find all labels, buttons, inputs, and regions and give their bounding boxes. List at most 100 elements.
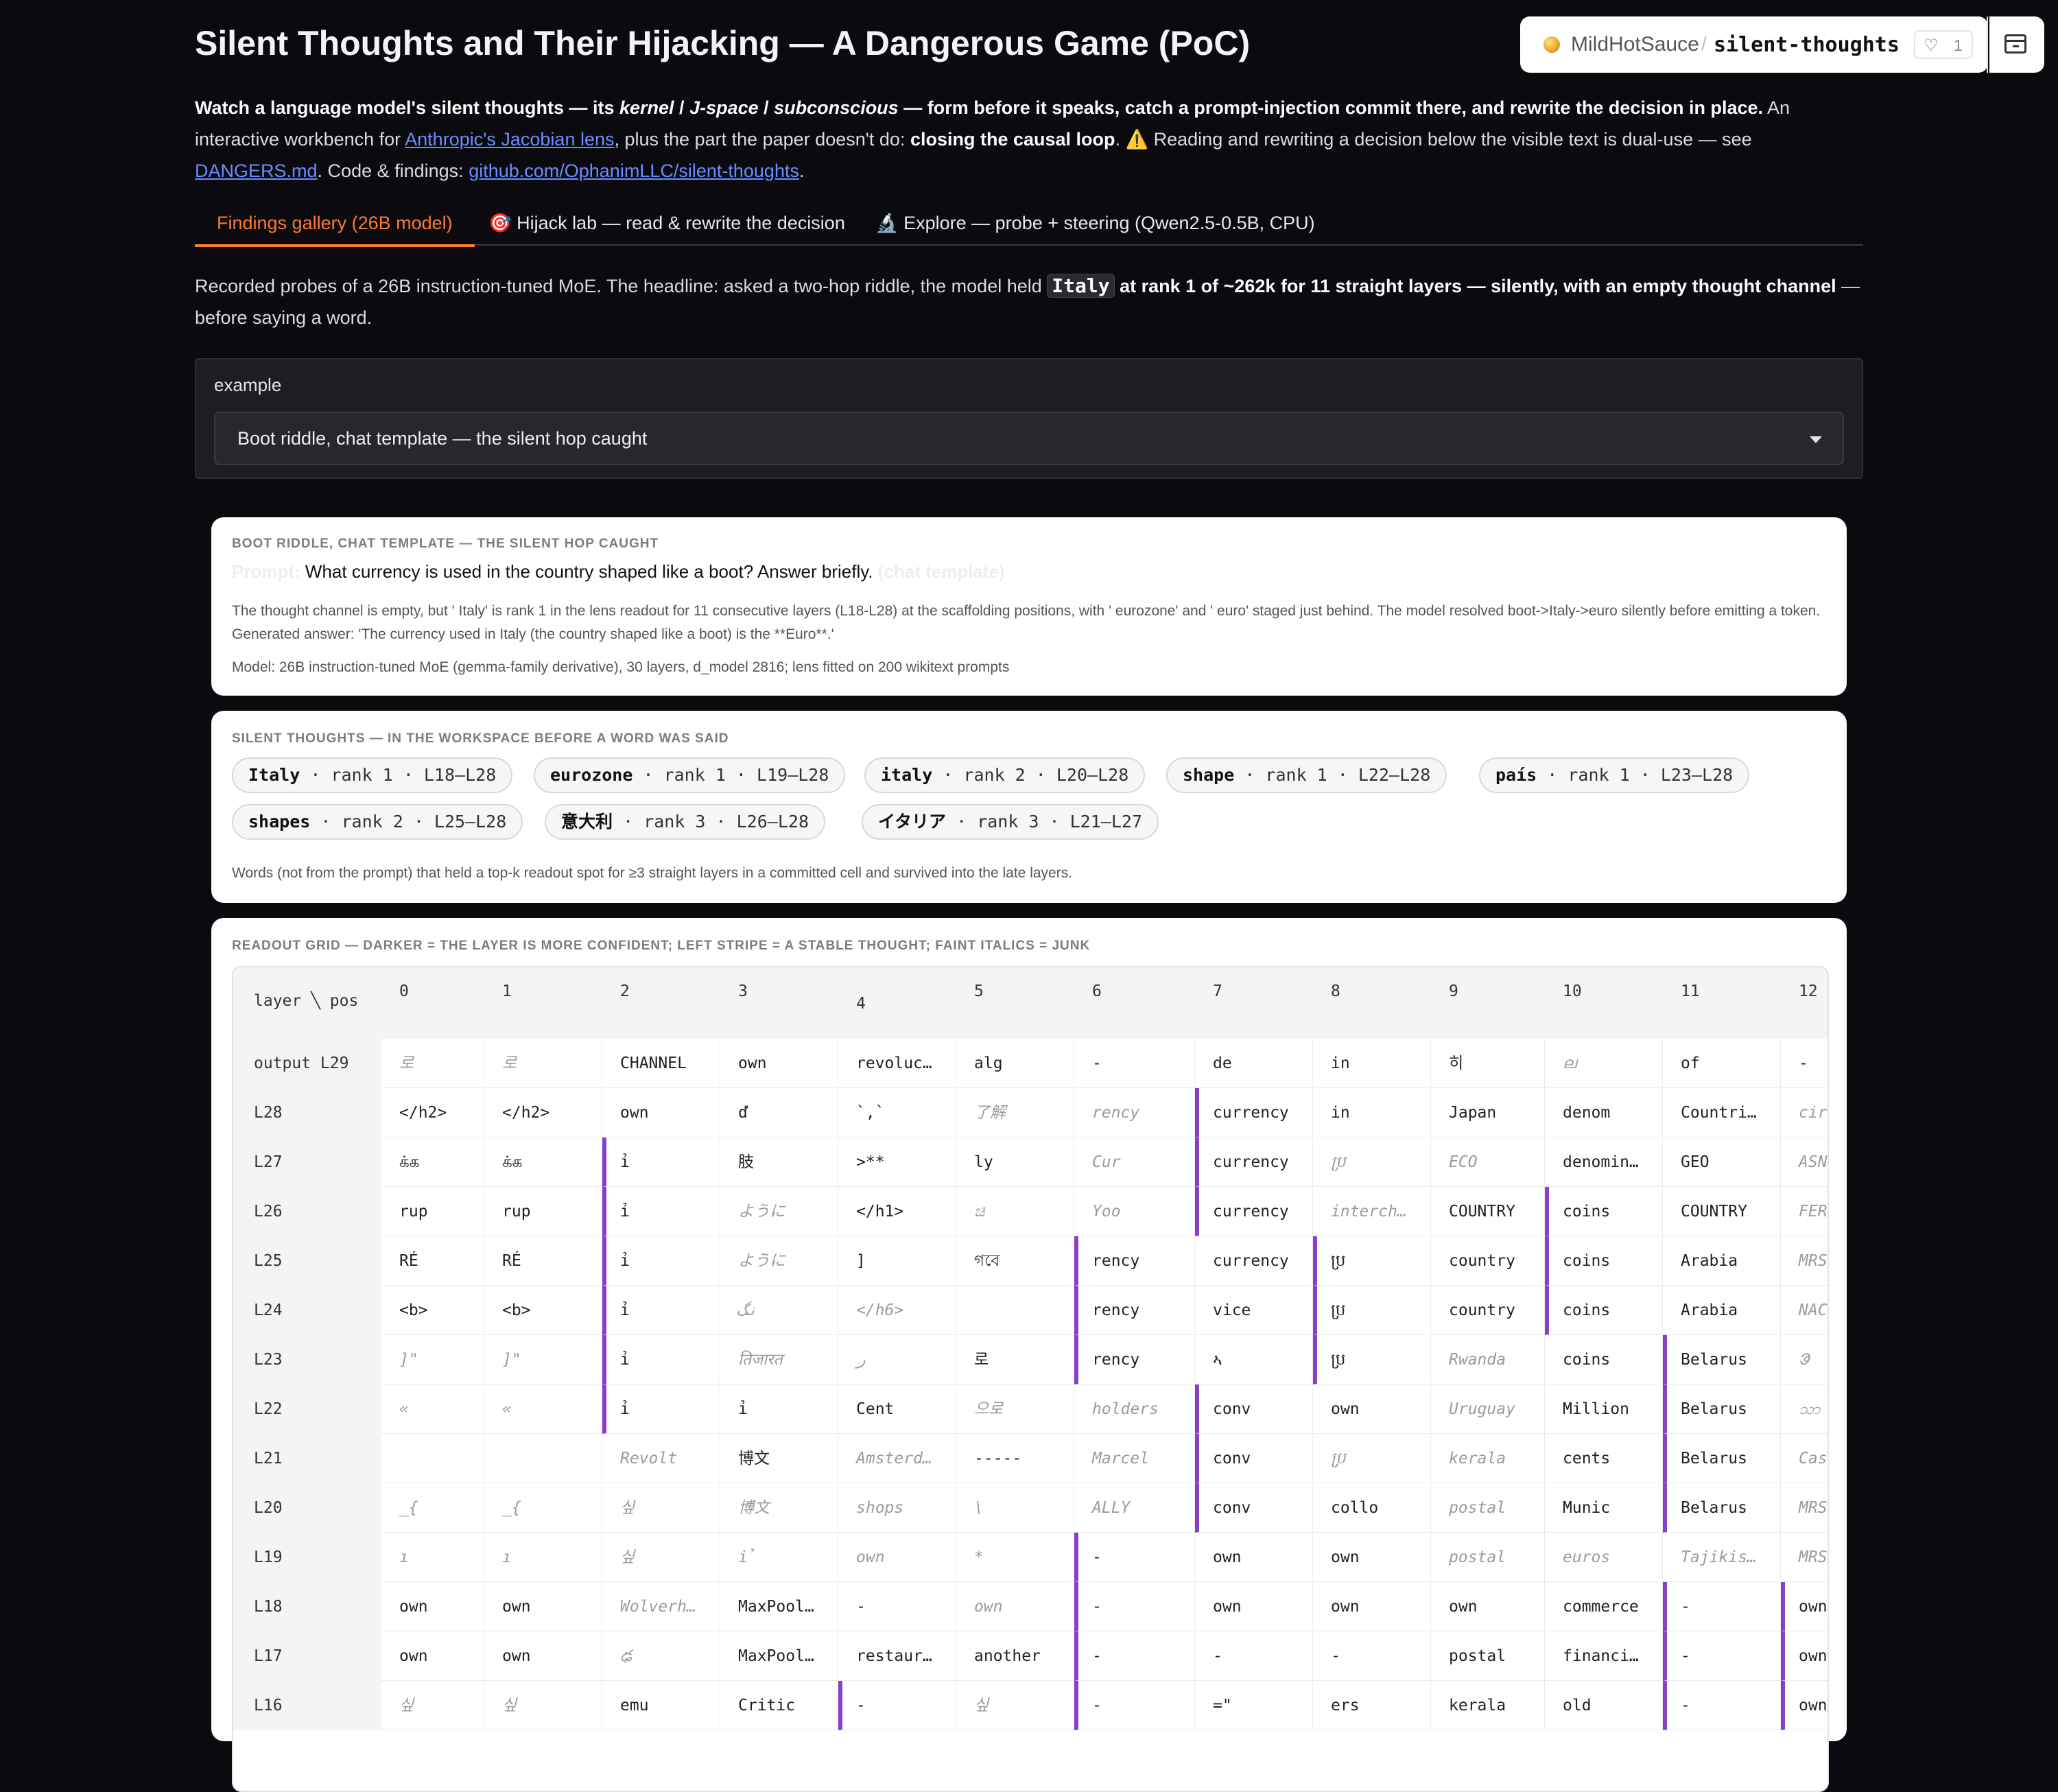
grid-cell: own: [1781, 1631, 1828, 1681]
grid-cell: ỉ: [602, 1384, 720, 1434]
grid-cell: -: [1074, 1631, 1195, 1681]
grid-cell: க்க: [484, 1137, 602, 1187]
grid-cell: ᱳ: [1781, 1335, 1828, 1384]
grid-cell: 로: [381, 1039, 484, 1088]
grid-cell: coins: [1545, 1286, 1663, 1335]
readout-grid-card: Readout grid — darker = the layer is mor…: [211, 918, 1847, 1792]
repo-badge[interactable]: MildHotSauce / silent-thoughts ♡ 1: [1520, 16, 1988, 73]
grid-cell: ı: [381, 1533, 484, 1582]
grid-cell: denomin…: [1545, 1137, 1663, 1187]
grid-cell: ប្រ: [1313, 1286, 1431, 1335]
grid-cell: -: [1781, 1039, 1828, 1088]
grid-cell: ﺭ: [838, 1335, 956, 1384]
grid-cell: -: [1663, 1582, 1781, 1631]
grid-cell: holders: [1074, 1384, 1195, 1434]
grid-row-label: L17: [233, 1631, 381, 1681]
like-button[interactable]: ♡ 1: [1914, 30, 1973, 59]
grid-cell: ỉ: [602, 1236, 720, 1286]
thought-chip: イタリア · rank 3 · L21–L27: [862, 804, 1159, 840]
grid-cell: </h6>: [838, 1286, 956, 1335]
tab-findings-gallery[interactable]: Findings gallery (26B model): [195, 207, 475, 247]
grid-cell: ALLY: [1074, 1483, 1195, 1533]
grid-cell: Countri…: [1663, 1088, 1781, 1137]
findings-lead: Recorded probes of a 26B instruction-tun…: [195, 274, 1860, 328]
grid-cell: Cent: [838, 1384, 956, 1434]
grid-cell: coins: [1545, 1335, 1663, 1384]
grid-cell: 博文: [720, 1434, 838, 1483]
prompt-tag: (chat template): [877, 561, 1005, 582]
grid-cell: نگ: [720, 1286, 838, 1335]
tab-explore[interactable]: 🔬 Explore — probe + steering (Qwen2.5-0.…: [853, 207, 1337, 244]
grid-cell: तिजारत: [720, 1335, 838, 1384]
grid-cell: ECO: [1431, 1137, 1545, 1187]
grid-cell: Million: [1545, 1384, 1663, 1434]
grid-cell: `,`: [838, 1088, 956, 1137]
grid-row-label: L27: [233, 1137, 381, 1187]
grid-cell: -: [1074, 1533, 1195, 1582]
grid-column-header: 2: [620, 982, 630, 1000]
grid-cell: -: [1663, 1631, 1781, 1681]
grid-cell: rency: [1074, 1335, 1195, 1384]
repo-name[interactable]: silent-thoughts: [1714, 33, 1900, 57]
grid-cell: ఢ: [602, 1631, 720, 1681]
grid-cell: _{: [484, 1483, 602, 1533]
owner-name[interactable]: MildHotSauce: [1571, 33, 1699, 56]
heart-icon: ♡: [1924, 36, 1939, 55]
grid-cell: Yoo: [1074, 1187, 1195, 1236]
grid-cell: [956, 1286, 1074, 1335]
grid-column-header: 1: [502, 982, 512, 1000]
tab-hijack-lab[interactable]: 🎯 Hijack lab — read & rewrite the decisi…: [466, 207, 867, 244]
grid-cell: Rwanda: [1431, 1335, 1545, 1384]
grid-cell: ASN: [1781, 1137, 1828, 1187]
grid-cell: ]": [484, 1335, 602, 1384]
github-link[interactable]: github.com/OphanimLLC/silent-thoughts: [469, 161, 799, 181]
grid-cell: conv: [1195, 1384, 1313, 1434]
grid-cell: currency: [1195, 1088, 1313, 1137]
grid-cell: financi…: [1545, 1631, 1663, 1681]
grid-cell: Marcel: [1074, 1434, 1195, 1483]
window-icon: [2004, 34, 2026, 54]
grid-cell: 了解: [956, 1088, 1074, 1137]
jacobian-lens-link[interactable]: Anthropic's Jacobian lens: [405, 129, 614, 150]
grid-cell: coins: [1545, 1236, 1663, 1286]
grid-cell: own: [838, 1533, 956, 1582]
grid-cell: </h1>: [838, 1187, 956, 1236]
grid-cell: postal: [1431, 1483, 1545, 1533]
grid-column-header: 4: [856, 995, 866, 1013]
collapse-button[interactable]: [1989, 16, 2044, 73]
grid-cell: 싶: [956, 1681, 1074, 1730]
grid-cell: Amsterd…: [838, 1434, 956, 1483]
grid-cell: -: [1663, 1681, 1781, 1730]
grid-cell: own: [484, 1631, 602, 1681]
grid-cell: ല: [1545, 1039, 1663, 1088]
grid-cell: own: [484, 1582, 602, 1631]
grid-cell: Arabia: [1663, 1236, 1781, 1286]
dangers-link[interactable]: DANGERS.md: [195, 161, 318, 181]
grid-row-label: L26: [233, 1187, 381, 1236]
grid-cell: collo: [1313, 1483, 1431, 1533]
grid-cell: NAC: [1781, 1286, 1828, 1335]
grid-cell: _{: [381, 1483, 484, 1533]
grid-cell: FERN: [1781, 1187, 1828, 1236]
grid-cell: -: [1195, 1631, 1313, 1681]
grid-row-label: L28: [233, 1088, 381, 1137]
grid-cell: own: [1431, 1582, 1545, 1631]
grid-cell: -: [1074, 1039, 1195, 1088]
grid-column-header: 8: [1331, 982, 1340, 1000]
grid-cell: Revolt: [602, 1434, 720, 1483]
grid-column-header: 0: [399, 982, 409, 1000]
grid-cell: ]: [838, 1236, 956, 1286]
grid-cell: Wolverh…: [602, 1582, 720, 1631]
grid-cell: «: [381, 1384, 484, 1434]
example-dropdown[interactable]: Boot riddle, chat template — the silent …: [214, 412, 1844, 465]
grid-cell: >**: [838, 1137, 956, 1187]
path-separator: /: [1701, 33, 1707, 54]
thought-chip: shapes · rank 2 · L25–L28: [232, 804, 523, 840]
grid-cell: ı: [484, 1533, 602, 1582]
grid-cell: গবে: [956, 1236, 1074, 1286]
grid-cell: own: [1781, 1681, 1828, 1730]
grid-cell: -: [1074, 1681, 1195, 1730]
grid-cell: denom: [1545, 1088, 1663, 1137]
grid-cell: COUNTRY: [1431, 1187, 1545, 1236]
grid-cell: circu: [1781, 1088, 1828, 1137]
